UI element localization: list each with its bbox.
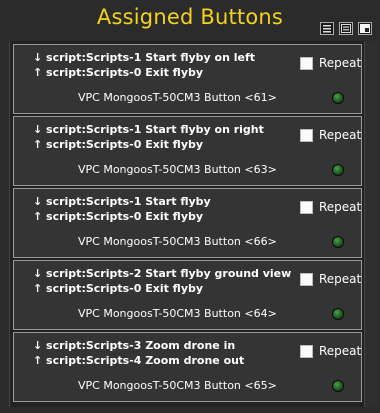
- status-led-icon: [332, 380, 344, 392]
- press-action-label: ↓ script:Scripts-1 Start flyby on left: [33, 51, 256, 64]
- status-led-icon: [332, 236, 344, 248]
- repeat-checkbox[interactable]: [300, 345, 313, 358]
- release-action-label: ↑ script:Scripts-0 Exit flyby: [33, 282, 204, 295]
- press-action-label: ↓ script:Scripts-1 Start flyby: [33, 195, 211, 208]
- release-action-label: ↑ script:Scripts-4 Zoom drone out: [33, 354, 245, 367]
- popout-button[interactable]: [358, 22, 372, 35]
- list-view-icon: [323, 25, 331, 33]
- popout-icon: [360, 24, 370, 33]
- repeat-checkbox[interactable]: [300, 201, 313, 214]
- repeat-checkbox[interactable]: [300, 273, 313, 286]
- status-led-icon: [332, 92, 344, 104]
- press-action-label: ↓ script:Scripts-2 Start flyby ground vi…: [33, 267, 292, 280]
- press-action-label: ↓ script:Scripts-1 Start flyby on right: [33, 123, 264, 136]
- device-button-label: VPC MongoosT-50CM3 Button <66>: [78, 235, 277, 248]
- device-button-label: VPC MongoosT-50CM3 Button <63>: [78, 163, 277, 176]
- repeat-label: Repeat: [319, 128, 362, 142]
- device-button-label: VPC MongoosT-50CM3 Button <61>: [78, 91, 277, 104]
- repeat-label: Repeat: [319, 344, 362, 358]
- list-item[interactable]: ↓ script:Scripts-1 Start flyby ↑ script:…: [13, 188, 362, 258]
- repeat-checkbox[interactable]: [300, 129, 313, 142]
- release-action-label: ↑ script:Scripts-0 Exit flyby: [33, 66, 204, 79]
- list-item[interactable]: ↓ script:Scripts-2 Start flyby ground vi…: [13, 260, 362, 330]
- repeat-label: Repeat: [319, 200, 362, 214]
- detail-view-button[interactable]: [339, 22, 353, 35]
- assigned-buttons-list[interactable]: ↓ script:Scripts-1 Start flyby on left ↑…: [9, 41, 365, 407]
- release-action-label: ↑ script:Scripts-0 Exit flyby: [33, 138, 204, 151]
- repeat-checkbox[interactable]: [300, 57, 313, 70]
- device-button-label: VPC MongoosT-50CM3 Button <64>: [78, 307, 277, 320]
- scrollbar[interactable]: [365, 41, 378, 407]
- list-item[interactable]: ↓ script:Scripts-3 Zoom drone in ↑ scrip…: [13, 332, 362, 402]
- device-button-label: VPC MongoosT-50CM3 Button <65>: [78, 379, 277, 392]
- detail-view-icon: [341, 24, 351, 33]
- status-led-icon: [332, 308, 344, 320]
- release-action-label: ↑ script:Scripts-0 Exit flyby: [33, 210, 204, 223]
- repeat-label: Repeat: [319, 56, 362, 70]
- status-led-icon: [332, 164, 344, 176]
- list-item[interactable]: ↓ script:Scripts-1 Start flyby on left ↑…: [13, 44, 362, 114]
- press-action-label: ↓ script:Scripts-3 Zoom drone in: [33, 339, 236, 352]
- repeat-label: Repeat: [319, 272, 362, 286]
- list-view-button[interactable]: [320, 22, 334, 35]
- list-item[interactable]: ↓ script:Scripts-1 Start flyby on right …: [13, 116, 362, 186]
